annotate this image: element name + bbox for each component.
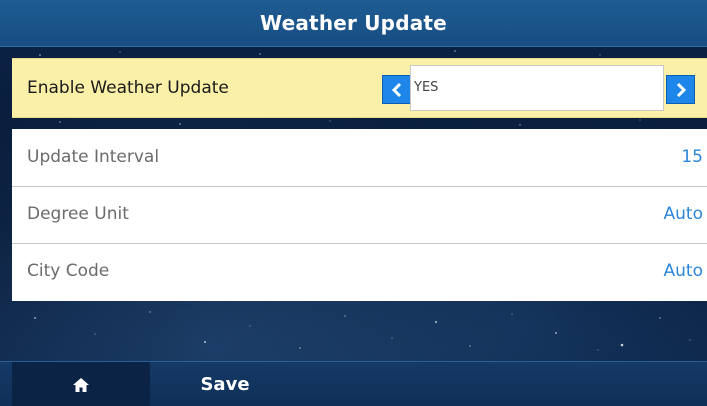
title-bar: Weather Update [0, 0, 707, 47]
city-code-row[interactable]: City Code Auto [12, 243, 707, 300]
degree-unit-value: Auto [663, 204, 703, 224]
settings-list: Update Interval 15 Degree Unit Auto City… [12, 129, 707, 301]
city-code-value: Auto [663, 261, 703, 281]
enable-value: YES [414, 80, 439, 95]
bottom-softkey-bar: Save [0, 361, 707, 406]
update-interval-row[interactable]: Update Interval 15 [12, 129, 707, 187]
update-interval-label: Update Interval [27, 147, 160, 167]
update-interval-value: 15 [681, 147, 703, 167]
save-button[interactable]: Save [150, 362, 300, 406]
enable-weather-update-label: Enable Weather Update [27, 78, 229, 98]
home-icon [73, 377, 89, 392]
degree-unit-label: Degree Unit [27, 204, 129, 224]
chevron-left-icon[interactable] [382, 75, 411, 104]
weather-update-screen: Weather Update Enable Weather Update YES… [0, 0, 707, 406]
degree-unit-row[interactable]: Degree Unit Auto [12, 186, 707, 244]
page-title: Weather Update [260, 11, 447, 35]
enable-value-field[interactable]: YES [410, 65, 664, 111]
enable-weather-update-row[interactable]: Enable Weather Update YES [12, 58, 707, 118]
home-button[interactable] [12, 362, 150, 406]
city-code-label: City Code [27, 261, 110, 281]
chevron-right-icon[interactable] [666, 75, 695, 104]
